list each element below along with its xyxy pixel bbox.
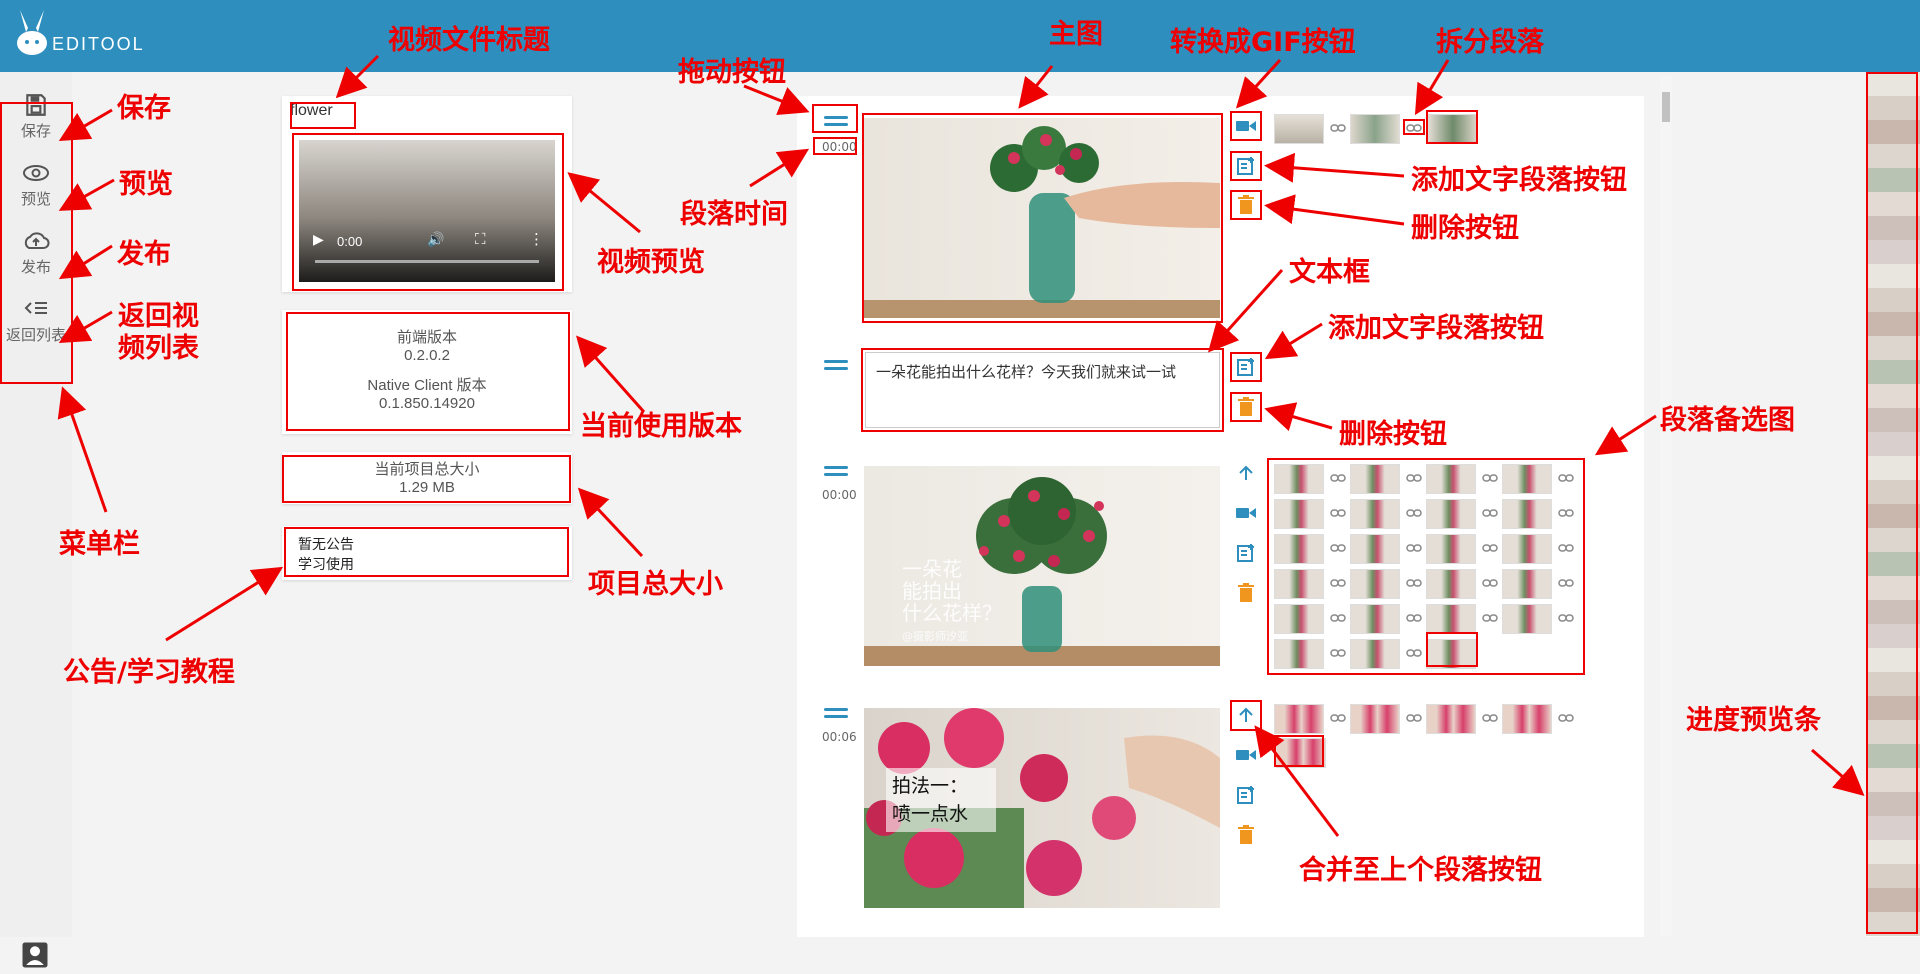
annotation-arrows [57, 54, 1865, 837]
user-button[interactable] [20, 940, 50, 974]
user-icon [22, 942, 48, 968]
